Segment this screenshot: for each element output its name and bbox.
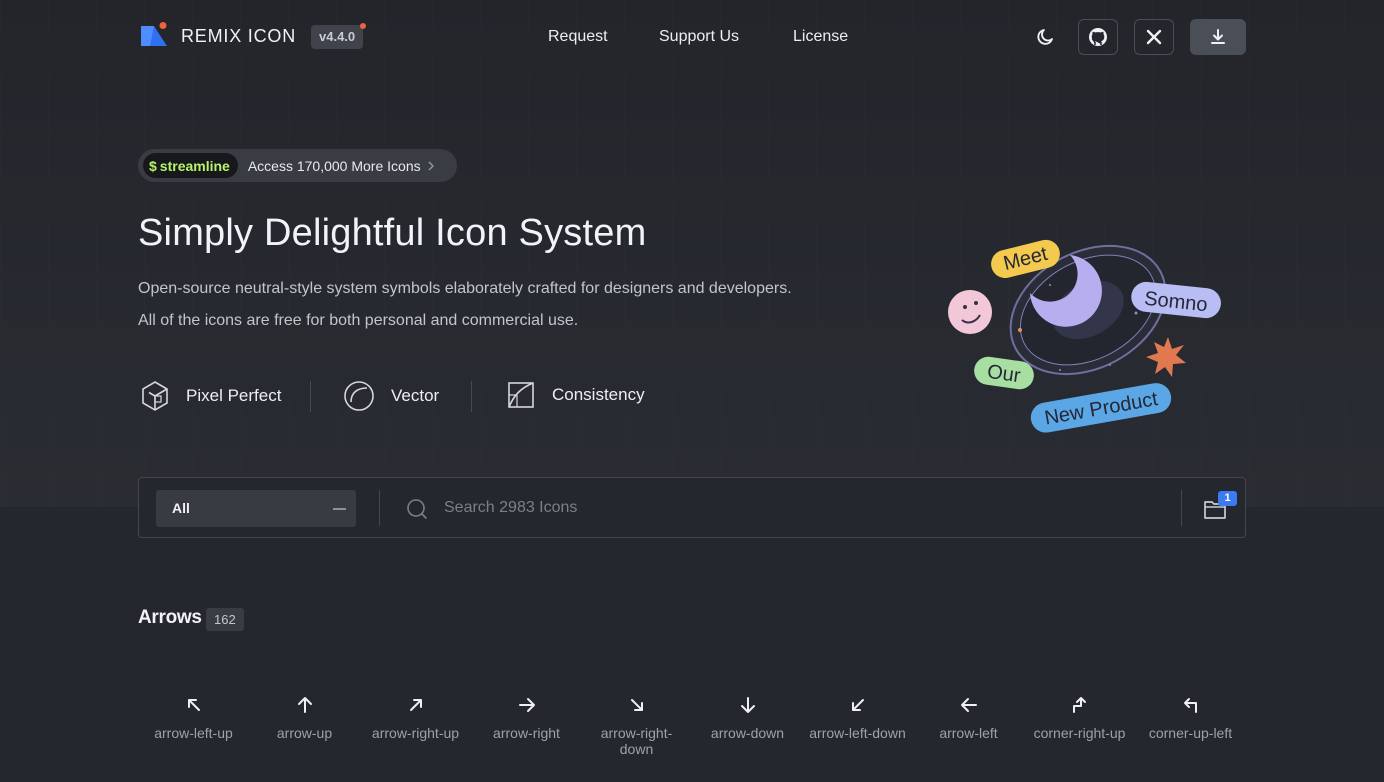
- icon-item-arrow-left-down[interactable]: arrow-left-down: [802, 695, 913, 741]
- github-icon: [1089, 28, 1107, 46]
- icon-item-arrow-right-up[interactable]: arrow-right-up: [360, 695, 471, 741]
- x-twitter-button[interactable]: [1134, 19, 1174, 55]
- new-dot: [360, 23, 367, 29]
- corner-right-up-icon: [1072, 697, 1086, 713]
- icon-label: arrow-left-up: [154, 725, 233, 741]
- feature-label: Vector: [391, 386, 440, 405]
- icon-label: corner-up-left: [1148, 725, 1233, 741]
- remix-logo-icon: [140, 22, 168, 50]
- hero-title: Simply Delightful Icon System: [138, 212, 647, 254]
- icon-label: arrow-right: [493, 725, 560, 741]
- collection-count-badge: 1: [1218, 491, 1237, 506]
- download-button[interactable]: [1190, 19, 1246, 55]
- vector-circle-icon: [344, 381, 374, 411]
- version-label: v4.4.0: [319, 29, 356, 44]
- dollar-icon: $: [149, 157, 157, 174]
- search-icon: [407, 499, 427, 519]
- logo[interactable]: REMIX ICON: [140, 22, 296, 50]
- icon-item-arrow-right-down[interactable]: arrow-right-down: [581, 695, 692, 757]
- feature-label: Consistency: [552, 385, 645, 404]
- hexagon-cube-icon: [142, 381, 168, 411]
- feature-pixel-perfect: Pixel Perfect: [140, 380, 281, 412]
- icon-item-arrow-left-up[interactable]: arrow-left-up: [138, 695, 249, 741]
- icon-item-corner-right-up[interactable]: corner-right-up: [1024, 695, 1135, 741]
- feature-divider: [310, 381, 311, 412]
- icon-label: arrow-right-down: [600, 725, 673, 757]
- streamline-label: streamline: [159, 157, 230, 174]
- category-title: Arrows: [138, 607, 202, 628]
- icon-item-arrow-up[interactable]: arrow-up: [249, 695, 360, 741]
- somno-illustration-graphic: Meet Somno Our New Product: [948, 239, 1221, 433]
- icon-item-arrow-right[interactable]: arrow-right: [471, 695, 582, 741]
- streamline-badge: $ streamline: [143, 153, 238, 178]
- arrow-up-icon: [297, 697, 312, 713]
- hero-description-line-2: All of the icons are free for both perso…: [138, 312, 579, 329]
- arrow-right-icon: [518, 698, 535, 712]
- chevron-right-icon: [428, 161, 434, 170]
- arrow-right-up-icon: [409, 699, 422, 711]
- brand-name: REMIX ICON: [181, 25, 297, 46]
- icon-search-bar: All 1: [138, 477, 1246, 538]
- feature-label: Pixel Perfect: [186, 386, 282, 405]
- moon-icon: [1037, 29, 1053, 45]
- x-icon: [1146, 29, 1162, 45]
- theme-toggle-button[interactable]: [1035, 27, 1055, 52]
- search-input[interactable]: [444, 495, 1144, 521]
- icon-label: arrow-left-down: [809, 725, 906, 741]
- category-select-value: All: [172, 500, 190, 516]
- arrow-left-icon: [960, 698, 977, 712]
- feature-divider: [471, 381, 472, 412]
- category-select[interactable]: All: [156, 490, 356, 527]
- nav-license[interactable]: License: [793, 28, 848, 46]
- promo-text: Access 170,000 More Icons: [247, 157, 421, 174]
- github-button[interactable]: [1078, 19, 1118, 55]
- corner-up-left-icon: [1183, 698, 1197, 713]
- icon-item-arrow-left[interactable]: arrow-left: [913, 695, 1024, 741]
- grid-curve-icon: [508, 382, 534, 408]
- select-toggle-icon: [333, 508, 346, 510]
- arrow-left-down-icon: [851, 699, 864, 711]
- icon-label: corner-right-up: [1033, 725, 1126, 741]
- feature-vector: Vector: [343, 380, 439, 412]
- hero-description-line-1: Open-source neutral-style system symbols…: [138, 280, 792, 297]
- arrow-right-down-icon: [630, 699, 643, 711]
- streamline-promo-link[interactable]: $ streamline Access 170,000 More Icons: [138, 149, 457, 182]
- version-badge: v4.4.0: [311, 23, 367, 49]
- somno-promo-illustration[interactable]: Meet Somno Our New Product: [940, 225, 1230, 440]
- icon-label: arrow-right-up: [371, 725, 460, 741]
- download-icon: [1211, 29, 1225, 44]
- icon-label: arrow-left: [939, 725, 998, 741]
- nav-support-us[interactable]: Support Us: [659, 28, 739, 46]
- illustration-label-our: Our: [986, 361, 1022, 387]
- category-count: 162: [206, 608, 244, 631]
- search-divider: [379, 490, 380, 526]
- search-divider: [1181, 490, 1182, 526]
- arrow-left-up-icon: [187, 699, 200, 711]
- icon-label: arrow-up: [276, 725, 333, 741]
- feature-consistency: Consistency: [506, 380, 645, 410]
- icon-item-arrow-down[interactable]: arrow-down: [692, 695, 803, 741]
- nav-request[interactable]: Request: [548, 28, 608, 46]
- arrow-down-icon: [740, 697, 755, 713]
- icon-label: arrow-down: [710, 725, 785, 741]
- icon-item-corner-up-left[interactable]: corner-up-left: [1135, 695, 1246, 741]
